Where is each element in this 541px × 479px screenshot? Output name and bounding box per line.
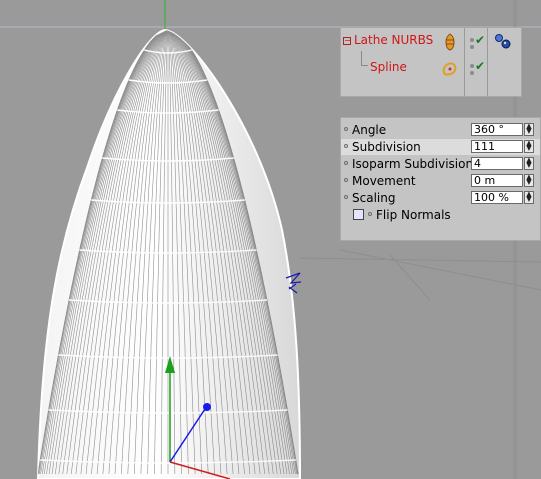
attributes-panel: Angle 360 ° ▲ ▼ Subdivision 111 ▲ ▼ Isopar… xyxy=(340,117,541,241)
texture-tag-icon[interactable] xyxy=(493,32,513,50)
enabled-check-icon[interactable]: ✔ xyxy=(475,59,485,73)
attr-label-angle: Angle xyxy=(352,123,387,137)
attr-label-isoparm-subdivision: Isoparm Subdivision xyxy=(352,157,474,171)
angle-field[interactable]: 360 ° xyxy=(471,123,523,136)
animate-bullet[interactable] xyxy=(344,144,348,148)
animate-bullet[interactable] xyxy=(368,212,372,216)
enabled-check-icon[interactable]: ✔ xyxy=(475,33,485,47)
attr-row-flip-normals: Flip Normals xyxy=(341,207,540,223)
gizmo-z-handle[interactable] xyxy=(203,403,211,411)
animate-bullet[interactable] xyxy=(344,161,348,165)
attr-row-movement: Movement 0 m ▲ ▼ xyxy=(341,173,540,189)
scaling-stepper[interactable]: ▲ ▼ xyxy=(524,191,534,204)
isoparm-subdivision-field[interactable]: 4 xyxy=(471,157,523,170)
object-manager: − Lathe NURBS Spline ✔ ✔ xyxy=(340,27,522,97)
scaling-field[interactable]: 100 % xyxy=(471,191,523,204)
subdivision-field[interactable]: 111 xyxy=(471,140,523,153)
object-name-lathe-nurbs[interactable]: Lathe NURBS xyxy=(354,33,433,47)
angle-stepper[interactable]: ▲ ▼ xyxy=(524,123,534,136)
animate-bullet[interactable] xyxy=(344,127,348,131)
attr-row-angle: Angle 360 ° ▲ ▼ xyxy=(341,122,540,138)
collapse-toggle-icon[interactable]: − xyxy=(343,37,351,45)
lathe-nurbs-icon[interactable] xyxy=(443,33,457,51)
attr-row-isoparm-subdivision: Isoparm Subdivision 4 ▲ ▼ xyxy=(341,156,540,172)
animate-bullet[interactable] xyxy=(344,178,348,182)
render-visibility-dot[interactable] xyxy=(470,45,474,49)
object-row-spline[interactable]: Spline xyxy=(341,51,521,81)
attr-row-subdivision: Subdivision 111 ▲ ▼ xyxy=(341,139,540,155)
render-visibility-dot[interactable] xyxy=(470,71,474,75)
attr-row-scaling: Scaling 100 % ▲ ▼ xyxy=(341,190,540,206)
attr-label-scaling: Scaling xyxy=(352,191,396,205)
flip-normals-label: Flip Normals xyxy=(376,208,451,222)
movement-stepper[interactable]: ▲ ▼ xyxy=(524,174,534,187)
editor-visibility-dot[interactable] xyxy=(470,64,474,68)
flip-normals-checkbox[interactable] xyxy=(353,209,364,220)
object-name-spline[interactable]: Spline xyxy=(370,60,407,74)
editor-visibility-dot[interactable] xyxy=(470,38,474,42)
lathe-nurbs-mesh[interactable] xyxy=(36,28,302,479)
animate-bullet[interactable] xyxy=(344,195,348,199)
isoparm-subdivision-stepper[interactable]: ▲ ▼ xyxy=(524,157,534,170)
hierarchy-line xyxy=(361,51,368,66)
spline-icon[interactable] xyxy=(441,60,459,78)
attr-label-subdivision: Subdivision xyxy=(352,140,421,154)
subdivision-stepper[interactable]: ▲ ▼ xyxy=(524,140,534,153)
movement-field[interactable]: 0 m xyxy=(471,174,523,187)
attr-label-movement: Movement xyxy=(352,174,416,188)
